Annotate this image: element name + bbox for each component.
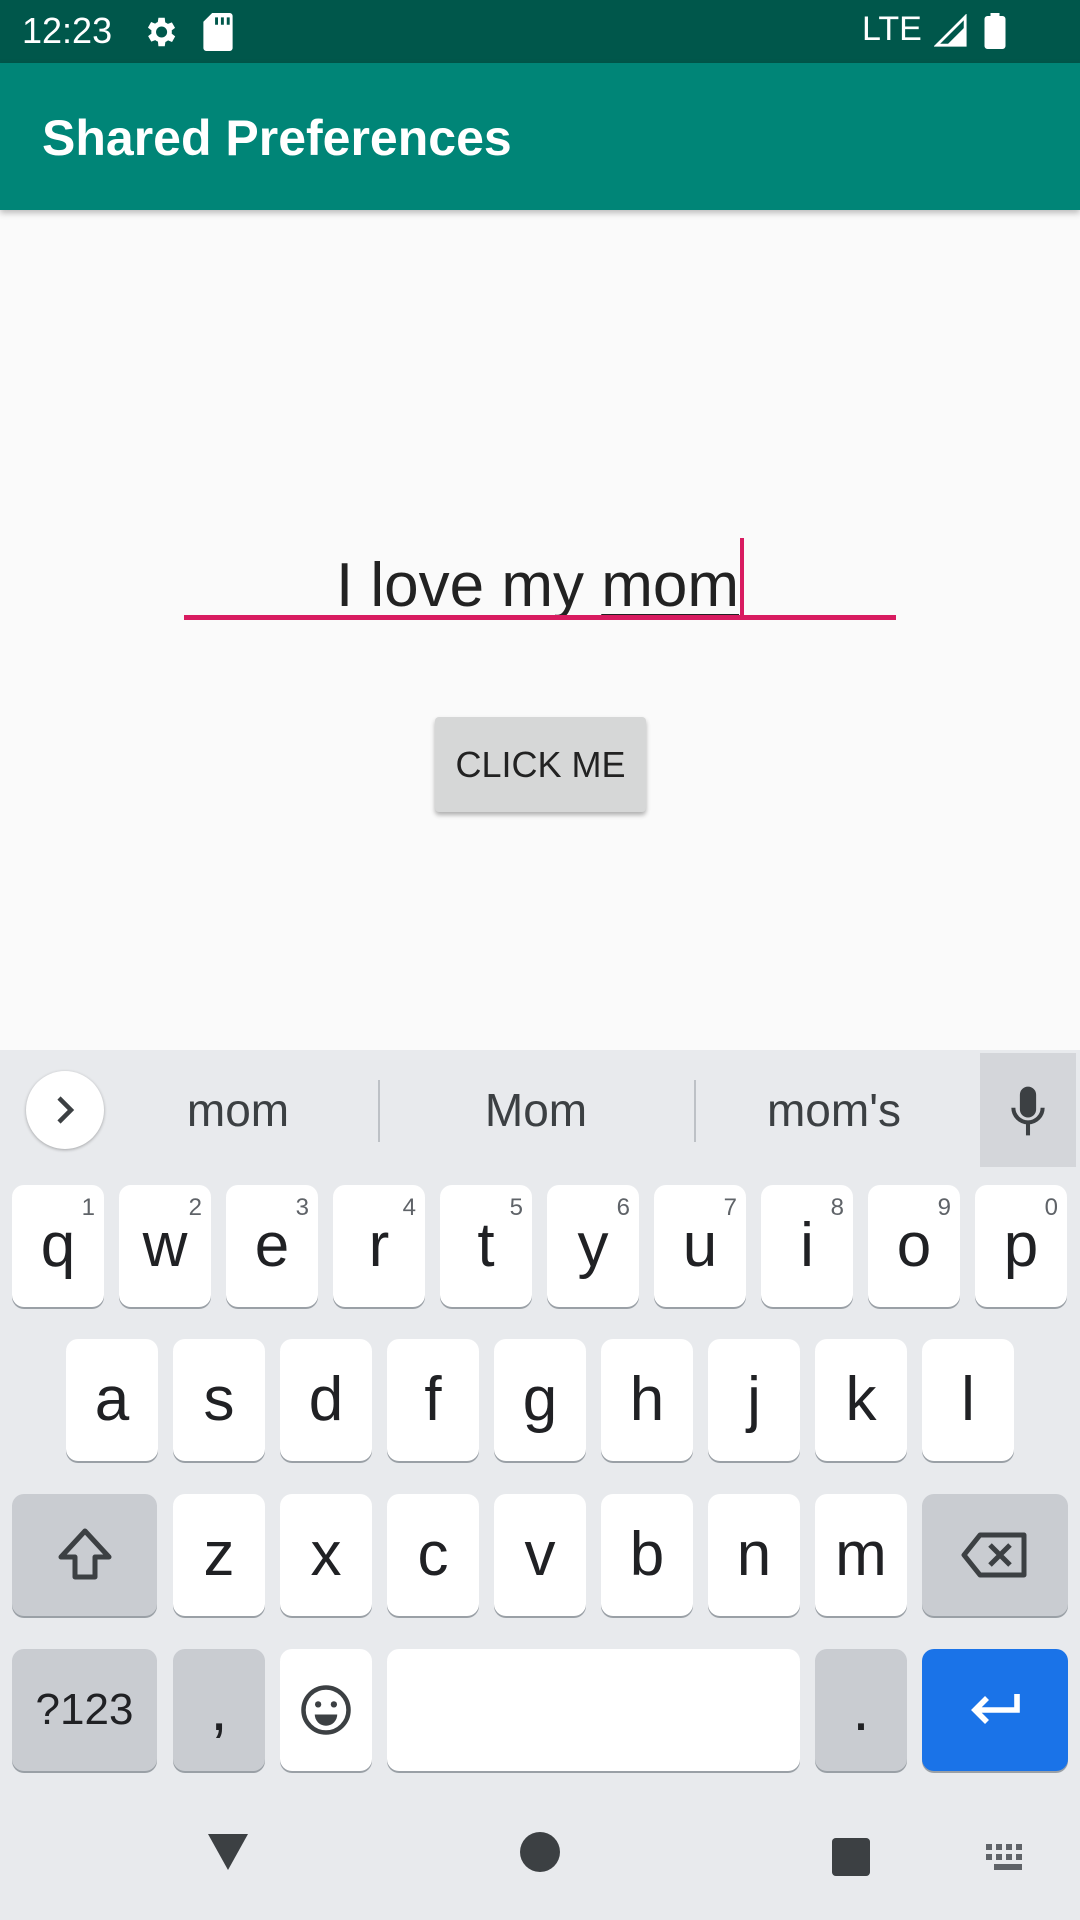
home-icon[interactable]: [520, 1832, 560, 1877]
suggestion-3[interactable]: mom's: [704, 1083, 964, 1137]
symbols-key[interactable]: ?123: [12, 1649, 157, 1771]
key-l[interactable]: l: [922, 1339, 1014, 1461]
key-k[interactable]: k: [815, 1339, 907, 1461]
key-v[interactable]: v: [494, 1494, 586, 1616]
network-type: LTE: [862, 10, 922, 48]
key-g[interactable]: g: [494, 1339, 586, 1461]
period-key[interactable]: .: [815, 1649, 907, 1771]
text-prefix: I love my: [335, 551, 602, 620]
key-r[interactable]: r4: [333, 1185, 425, 1307]
input-underline: [184, 615, 896, 620]
key-c[interactable]: c: [387, 1494, 479, 1616]
key-label: y: [577, 1211, 609, 1280]
app-bar: Shared Preferences: [0, 63, 1080, 210]
key-hint: 0: [1044, 1194, 1058, 1221]
key-label: w: [142, 1211, 188, 1280]
key-label: o: [896, 1211, 932, 1280]
text-input-value[interactable]: I love my mom: [184, 538, 896, 621]
key-hint: 1: [81, 1194, 95, 1221]
key-hint: 8: [830, 1194, 844, 1221]
key-u[interactable]: u7: [654, 1185, 746, 1307]
shift-icon: [58, 1528, 111, 1580]
suggestion-divider: [378, 1080, 380, 1142]
key-hint: 6: [616, 1194, 630, 1221]
key-p[interactable]: p0: [975, 1185, 1067, 1307]
keyboard-switch-icon[interactable]: [986, 1844, 1030, 1877]
key-hint: 7: [723, 1194, 737, 1221]
voice-input-button[interactable]: [980, 1053, 1076, 1167]
recents-icon[interactable]: [832, 1838, 870, 1881]
suggestion-divider: [694, 1080, 696, 1142]
enter-icon: [971, 1694, 1020, 1724]
key-f[interactable]: f: [387, 1339, 479, 1461]
key-m[interactable]: m: [815, 1494, 907, 1616]
key-label: e: [254, 1211, 290, 1280]
sd-card-icon: [203, 13, 233, 56]
key-j[interactable]: j: [708, 1339, 800, 1461]
suggestion-1[interactable]: mom: [108, 1083, 368, 1137]
key-label: p: [1003, 1211, 1039, 1280]
comma-key[interactable]: ,: [173, 1649, 265, 1771]
key-b[interactable]: b: [601, 1494, 693, 1616]
backspace-key[interactable]: [922, 1494, 1068, 1616]
key-label: u: [682, 1211, 718, 1280]
suggestion-2[interactable]: Mom: [406, 1083, 666, 1137]
key-h[interactable]: h: [601, 1339, 693, 1461]
signal-icon: [933, 13, 968, 53]
expand-suggestions-button[interactable]: [26, 1071, 104, 1149]
back-icon[interactable]: [206, 1832, 250, 1877]
key-y[interactable]: y6: [547, 1185, 639, 1307]
key-label: t: [477, 1211, 495, 1280]
key-hint: 2: [188, 1194, 202, 1221]
key-a[interactable]: a: [66, 1339, 158, 1461]
key-s[interactable]: s: [173, 1339, 265, 1461]
key-d[interactable]: d: [280, 1339, 372, 1461]
key-label: r: [368, 1211, 390, 1280]
key-t[interactable]: t5: [440, 1185, 532, 1307]
shift-key[interactable]: [12, 1494, 157, 1616]
key-z[interactable]: z: [173, 1494, 265, 1616]
enter-key[interactable]: [922, 1649, 1068, 1771]
settings-icon: [141, 13, 179, 56]
key-q[interactable]: q1: [12, 1185, 104, 1307]
backspace-icon: [961, 1532, 1027, 1578]
emoji-key[interactable]: [280, 1649, 372, 1771]
key-o[interactable]: o9: [868, 1185, 960, 1307]
status-time: 12:23: [22, 10, 113, 51]
key-w[interactable]: w2: [119, 1185, 211, 1307]
key-label: q: [40, 1211, 76, 1280]
key-hint: 5: [509, 1194, 523, 1221]
text-caret: [740, 538, 745, 620]
status-bar: 12:23 LTE: [0, 0, 1080, 63]
composing-word: mom: [601, 551, 740, 620]
soft-keyboard: mom Mom mom's q1 w2 e3 r4 t5 y6 u7 i8 o9…: [0, 1050, 1080, 1920]
key-hint: 3: [295, 1194, 309, 1221]
emoji-icon: [301, 1685, 351, 1735]
text-input[interactable]: I love my mom: [184, 520, 896, 620]
space-key[interactable]: [387, 1649, 800, 1771]
key-hint: 9: [937, 1194, 951, 1221]
key-i[interactable]: i8: [761, 1185, 853, 1307]
key-n[interactable]: n: [708, 1494, 800, 1616]
key-x[interactable]: x: [280, 1494, 372, 1616]
key-e[interactable]: e3: [226, 1185, 318, 1307]
key-hint: 4: [402, 1194, 416, 1221]
app-title: Shared Preferences: [42, 110, 512, 166]
battery-icon: [984, 13, 1006, 54]
key-label: i: [800, 1211, 814, 1280]
click-me-button[interactable]: CLICK ME: [435, 717, 646, 812]
